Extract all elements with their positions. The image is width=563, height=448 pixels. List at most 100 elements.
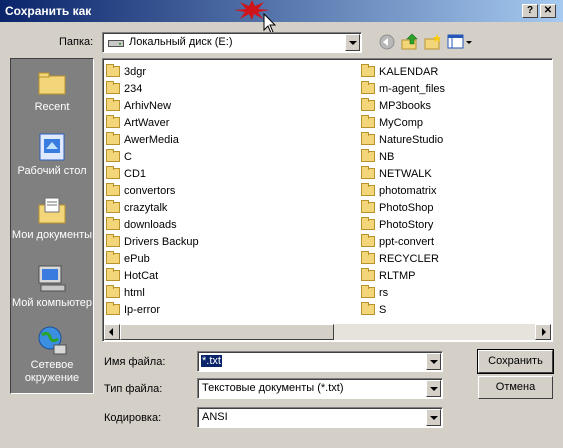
folder-name: ArtWaver	[124, 116, 170, 129]
folder-item[interactable]: ArtWaver	[106, 114, 199, 131]
filename-value: *.txt	[201, 355, 222, 367]
filename-dropdown-arrow[interactable]	[426, 353, 441, 370]
window-title: Сохранить как	[5, 4, 92, 18]
folder-item[interactable]: CD1	[106, 165, 199, 182]
folder-item[interactable]: C	[106, 148, 199, 165]
folder-item[interactable]: RLTMP	[361, 267, 445, 284]
folder-icon	[106, 115, 120, 128]
folder-icon	[361, 285, 375, 298]
folder-icon	[361, 183, 375, 196]
folder-item[interactable]: crazytalk	[106, 199, 199, 216]
scroll-right-button[interactable]	[535, 324, 551, 340]
folder-icon	[361, 81, 375, 94]
folder-name: MyComp	[379, 116, 424, 129]
network-icon	[38, 326, 67, 355]
look-in-value: Локальный диск (E:)	[129, 36, 233, 48]
folder-item[interactable]: ppt-convert	[361, 233, 445, 250]
folder-icon	[106, 132, 120, 145]
drive-icon	[108, 40, 124, 47]
folder-name: ePub	[124, 252, 150, 265]
place-label: Рабочий стол	[17, 165, 87, 177]
folder-name: 3dgr	[124, 65, 147, 78]
folder-item[interactable]: NatureStudio	[361, 131, 445, 148]
folder-icon	[361, 64, 375, 77]
folder-item[interactable]: ePub	[106, 250, 199, 267]
folder-item[interactable]: 3dgr	[106, 63, 199, 80]
folder-item[interactable]: ArhivNew	[106, 97, 199, 114]
filename-input[interactable]: *.txt	[197, 351, 443, 372]
folder-item[interactable]: S	[361, 301, 445, 318]
folder-item[interactable]: MP3books	[361, 97, 445, 114]
folder-name: NB	[379, 150, 395, 163]
recent-icon	[38, 72, 66, 95]
encoding-value: ANSI	[202, 411, 228, 423]
folder-item[interactable]: MyComp	[361, 114, 445, 131]
close-button[interactable]: ✕	[540, 4, 556, 18]
place-recent[interactable]: Recent	[11, 67, 93, 114]
folder-icon	[106, 217, 120, 230]
views-menu-icon[interactable]	[447, 33, 473, 51]
horizontal-scrollbar[interactable]	[104, 324, 551, 340]
title-bar[interactable]: Сохранить как ? ✕	[0, 0, 563, 22]
place-my-computer[interactable]: Мой компьютер	[11, 263, 93, 310]
encoding-select[interactable]: ANSI	[197, 407, 443, 428]
folder-name: m-agent_files	[379, 82, 446, 95]
folder-name: KALENDAR	[379, 65, 439, 78]
folder-name: HotCat	[124, 269, 159, 282]
new-folder-icon[interactable]	[424, 33, 442, 51]
save-button[interactable]: Сохранить	[477, 349, 554, 374]
filetype-value: Текстовые документы (*.txt)	[202, 382, 344, 394]
folder-name: RECYCLER	[379, 252, 439, 265]
folder-item[interactable]: RECYCLER	[361, 250, 445, 267]
folder-name: photomatrix	[379, 184, 437, 197]
cancel-button[interactable]: Отмена	[478, 376, 553, 399]
folder-name: 234	[124, 82, 143, 95]
folder-icon	[106, 251, 120, 264]
back-arrow-icon[interactable]	[378, 33, 396, 51]
folder-icon	[106, 302, 120, 315]
folder-item[interactable]: m-agent_files	[361, 80, 445, 97]
place-label: Мой компьютер	[11, 297, 93, 309]
folder-item[interactable]: NB	[361, 148, 445, 165]
help-button[interactable]: ?	[522, 4, 538, 18]
folder-name: NatureStudio	[379, 133, 444, 146]
folder-name: ppt-convert	[379, 235, 435, 248]
folder-icon	[361, 302, 375, 315]
up-folder-icon[interactable]	[401, 33, 419, 51]
folder-name: S	[379, 303, 387, 316]
folder-item[interactable]: PhotoShop	[361, 199, 445, 216]
folder-item[interactable]: AwerMedia	[106, 131, 199, 148]
file-list[interactable]: 3dgr 234 ArhivNew ArtWaver AwerMedia C CD1 conv…	[102, 58, 553, 342]
look-in-combo[interactable]: Локальный диск (E:)	[102, 32, 362, 53]
folder-name: crazytalk	[124, 201, 168, 214]
filetype-dropdown-arrow[interactable]	[426, 380, 441, 397]
folder-item[interactable]: HotCat	[106, 267, 199, 284]
folder-icon	[361, 217, 375, 230]
folder-icon	[106, 268, 120, 281]
folder-item[interactable]: convertors	[106, 182, 199, 199]
places-bar: Recent Рабочий стол Мои документы Мой ко…	[10, 58, 94, 394]
folder-icon	[106, 285, 120, 298]
folder-item[interactable]: PhotoStory	[361, 216, 445, 233]
scroll-left-button[interactable]	[104, 324, 120, 340]
folder-item[interactable]: html	[106, 284, 199, 301]
folder-name: NETWALK	[379, 167, 432, 180]
look-in-dropdown-arrow[interactable]	[345, 34, 360, 51]
place-desktop[interactable]: Рабочий стол	[11, 131, 93, 178]
scroll-thumb[interactable]	[120, 324, 334, 340]
folder-item[interactable]: rs	[361, 284, 445, 301]
folder-item[interactable]: Ip-error	[106, 301, 199, 318]
place-network[interactable]: Сетевое окружение	[11, 325, 93, 385]
encoding-dropdown-arrow[interactable]	[426, 409, 441, 426]
place-my-documents[interactable]: Мои документы	[11, 195, 93, 242]
folder-item[interactable]: downloads	[106, 216, 199, 233]
folder-item[interactable]: 234	[106, 80, 199, 97]
folder-item[interactable]: photomatrix	[361, 182, 445, 199]
folder-item[interactable]: NETWALK	[361, 165, 445, 182]
folder-name: ArhivNew	[124, 99, 172, 112]
file-column-1: 3dgr 234 ArhivNew ArtWaver AwerMedia C CD1 conv…	[106, 63, 199, 318]
folder-item[interactable]: KALENDAR	[361, 63, 445, 80]
filetype-select[interactable]: Текстовые документы (*.txt)	[197, 378, 443, 399]
folder-item[interactable]: Drivers Backup	[106, 233, 199, 250]
folder-icon	[106, 200, 120, 213]
